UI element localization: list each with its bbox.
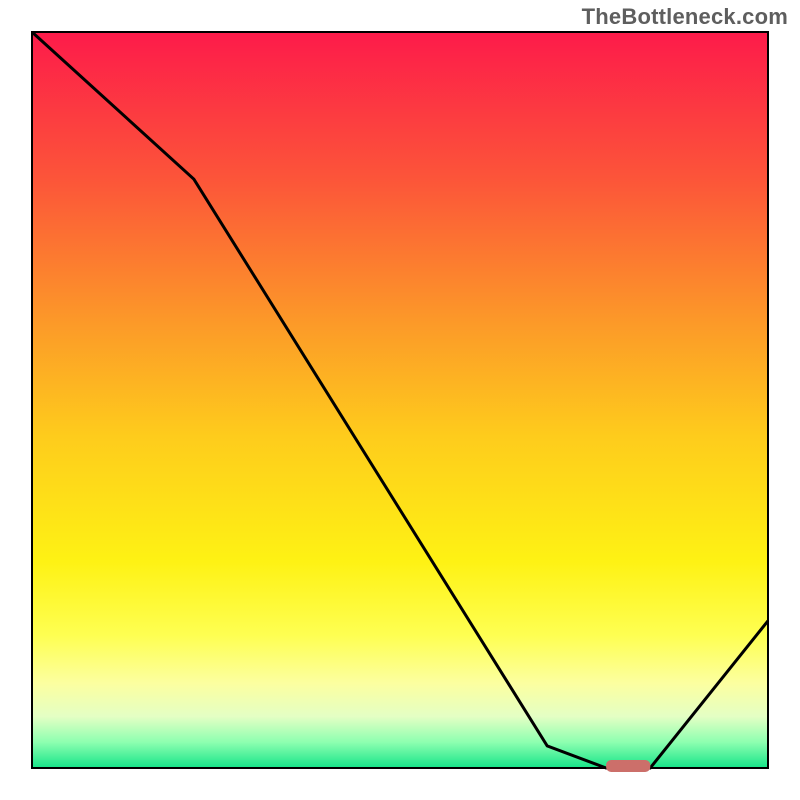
plot-background [32, 32, 768, 768]
chart-container: TheBottleneck.com [0, 0, 800, 800]
bottleneck-chart [0, 0, 800, 800]
watermark-text: TheBottleneck.com [582, 4, 788, 30]
optimal-range-marker [606, 760, 650, 772]
